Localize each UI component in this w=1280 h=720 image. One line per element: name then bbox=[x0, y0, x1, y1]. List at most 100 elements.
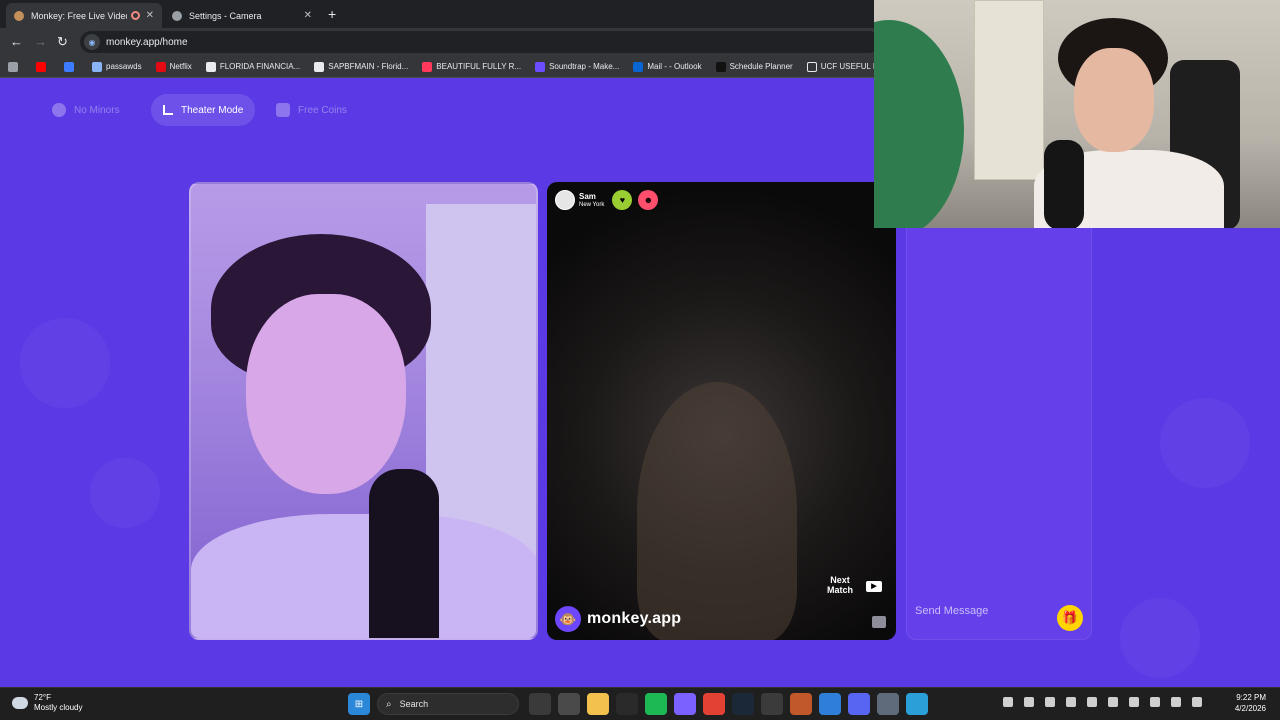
profile-badge-icon[interactable]: ☻ bbox=[638, 190, 659, 210]
gift-icon[interactable]: 🎁 bbox=[1057, 605, 1083, 631]
windows-start-icon[interactable]: ⊞ bbox=[348, 693, 370, 715]
task-view-icon[interactable] bbox=[529, 693, 551, 715]
bookmark-roblox[interactable] bbox=[64, 61, 78, 72]
no-minors-icon bbox=[52, 103, 66, 117]
bookmark-sapbfmain[interactable]: SAPBFMAIN - Florid... bbox=[314, 61, 408, 72]
bg-pattern bbox=[1160, 398, 1250, 488]
free-coins-label: Free Coins bbox=[298, 104, 347, 116]
tray-app-icon[interactable] bbox=[1066, 697, 1076, 707]
recording-icon bbox=[130, 11, 140, 20]
file-explorer-icon[interactable] bbox=[587, 693, 609, 715]
microphone-shape bbox=[369, 469, 439, 638]
steam-tray-icon[interactable] bbox=[1045, 697, 1055, 707]
partner-info[interactable]: Sam New York ♥ ☻ bbox=[555, 190, 659, 210]
bookmark-apps[interactable] bbox=[8, 61, 22, 72]
bookmark-youtube[interactable] bbox=[36, 61, 50, 72]
planner-icon bbox=[715, 61, 726, 72]
bookmark-netflix[interactable]: Netflix bbox=[155, 61, 192, 72]
next-match-button[interactable]: Next Match ▶ bbox=[826, 575, 882, 596]
discord-icon[interactable] bbox=[848, 693, 870, 715]
youtube-icon bbox=[36, 61, 46, 72]
chevron-up-icon[interactable] bbox=[1003, 697, 1013, 707]
bluetooth-icon[interactable] bbox=[1129, 697, 1139, 707]
next-match-label: Next Match bbox=[826, 575, 853, 596]
brand-watermark: 🐵 monkey.app bbox=[555, 606, 681, 632]
partner-name-block: Sam New York bbox=[579, 191, 605, 208]
bookmark-schedule-planner[interactable]: Schedule Planner bbox=[715, 61, 793, 72]
microphone-icon[interactable] bbox=[1150, 697, 1160, 707]
close-tab-icon[interactable]: ✕ bbox=[304, 10, 312, 21]
bookmark-soundtrap[interactable]: Soundtrap - Make... bbox=[535, 61, 619, 72]
no-minors-button[interactable]: No Minors bbox=[40, 94, 132, 126]
bg-pattern bbox=[90, 458, 160, 528]
roblox-icon bbox=[64, 61, 74, 72]
monkey-favicon-icon bbox=[14, 10, 24, 21]
no-minors-label: No Minors bbox=[74, 104, 120, 116]
tab-title: Monkey: Free Live Video Ch bbox=[31, 10, 127, 21]
site-info-icon[interactable]: ◉ bbox=[84, 34, 100, 50]
bookmark-label: BEAUTIFUL FULLY R... bbox=[436, 62, 522, 71]
bookmark-beautiful[interactable]: BEAUTIFUL FULLY R... bbox=[422, 61, 522, 72]
close-tab-icon[interactable]: ✕ bbox=[146, 10, 154, 21]
overlay-door bbox=[974, 0, 1044, 180]
bookmark-label: Mail - - Outlook bbox=[647, 62, 702, 71]
forward-arrow-icon[interactable]: → bbox=[34, 34, 47, 49]
doc-icon bbox=[205, 61, 216, 72]
reload-icon[interactable]: ↻ bbox=[57, 34, 68, 50]
spotify-icon[interactable] bbox=[645, 693, 667, 715]
steam-icon[interactable] bbox=[732, 693, 754, 715]
taskbar-apps: ⊞ ⌕ Search bbox=[348, 693, 935, 715]
tab-monkey[interactable]: Monkey: Free Live Video Ch ✕ bbox=[6, 3, 162, 28]
chat-panel: 🎁 bbox=[906, 182, 1092, 640]
address-bar[interactable]: ◉ monkey.app/home bbox=[80, 31, 880, 53]
tray-app-icon[interactable] bbox=[1024, 697, 1034, 707]
bookmark-label: FLORIDA FINANCIA... bbox=[219, 62, 301, 71]
report-icon[interactable] bbox=[872, 616, 886, 628]
taskbar-search[interactable]: ⌕ Search bbox=[377, 693, 519, 715]
url-text: monkey.app/home bbox=[106, 36, 188, 48]
partner-location: New York bbox=[579, 201, 605, 208]
new-tab-button[interactable]: + bbox=[328, 6, 336, 22]
bg-pattern bbox=[20, 318, 110, 408]
bookmark-passawds[interactable]: passawds bbox=[92, 61, 142, 72]
tray-app-icon[interactable] bbox=[1087, 697, 1097, 707]
weather-widget[interactable]: 72°F Mostly cloudy bbox=[12, 693, 82, 713]
monkey-logo-icon: 🐵 bbox=[555, 606, 581, 632]
bookmark-label: Netflix bbox=[169, 62, 192, 71]
window-icon[interactable] bbox=[819, 693, 841, 715]
wifi-icon[interactable] bbox=[1171, 697, 1181, 707]
windows-taskbar: 72°F Mostly cloudy ⊞ ⌕ Search 9:22 PM 4/… bbox=[0, 687, 1280, 720]
chrome-icon[interactable] bbox=[703, 693, 725, 715]
partner-silhouette bbox=[637, 382, 797, 640]
cloud-icon bbox=[12, 697, 28, 709]
epic-games-icon[interactable] bbox=[616, 693, 638, 715]
bookmark-outlook[interactable]: Mail - - Outlook bbox=[633, 61, 702, 72]
settings-gear-icon[interactable] bbox=[877, 693, 899, 715]
tray-app-icon[interactable] bbox=[1108, 697, 1118, 707]
netflix-icon bbox=[155, 61, 166, 72]
theater-mode-label: Theater Mode bbox=[181, 104, 244, 116]
volume-icon[interactable] bbox=[1192, 697, 1202, 707]
copilot-icon[interactable] bbox=[674, 693, 696, 715]
theater-mode-button[interactable]: Theater Mode bbox=[151, 94, 256, 126]
avatar[interactable] bbox=[555, 190, 575, 210]
video-subject-face bbox=[246, 294, 406, 494]
store-icon[interactable] bbox=[558, 693, 580, 715]
weather-temp: 72°F bbox=[34, 693, 51, 702]
partner-name: Sam bbox=[579, 191, 596, 201]
clapper-icon[interactable] bbox=[790, 693, 812, 715]
airbnb-icon bbox=[422, 61, 433, 72]
overlay-green-wall bbox=[874, 20, 964, 228]
obs-icon[interactable] bbox=[761, 693, 783, 715]
bookmark-label: Schedule Planner bbox=[729, 62, 793, 71]
heart-badge-icon[interactable]: ♥ bbox=[612, 190, 633, 210]
doc-icon bbox=[314, 61, 325, 72]
tab-title: Settings - Camera bbox=[189, 10, 262, 21]
tab-settings-camera[interactable]: Settings - Camera ✕ bbox=[164, 3, 320, 28]
back-arrow-icon[interactable]: ← bbox=[10, 34, 23, 49]
editor-icon[interactable] bbox=[906, 693, 928, 715]
bookmark-florida-financial[interactable]: FLORIDA FINANCIA... bbox=[205, 61, 301, 72]
send-message-input[interactable] bbox=[915, 605, 1055, 617]
taskbar-clock[interactable]: 9:22 PM 4/2/2026 bbox=[1235, 693, 1266, 715]
free-coins-button[interactable]: Free Coins bbox=[264, 94, 359, 126]
